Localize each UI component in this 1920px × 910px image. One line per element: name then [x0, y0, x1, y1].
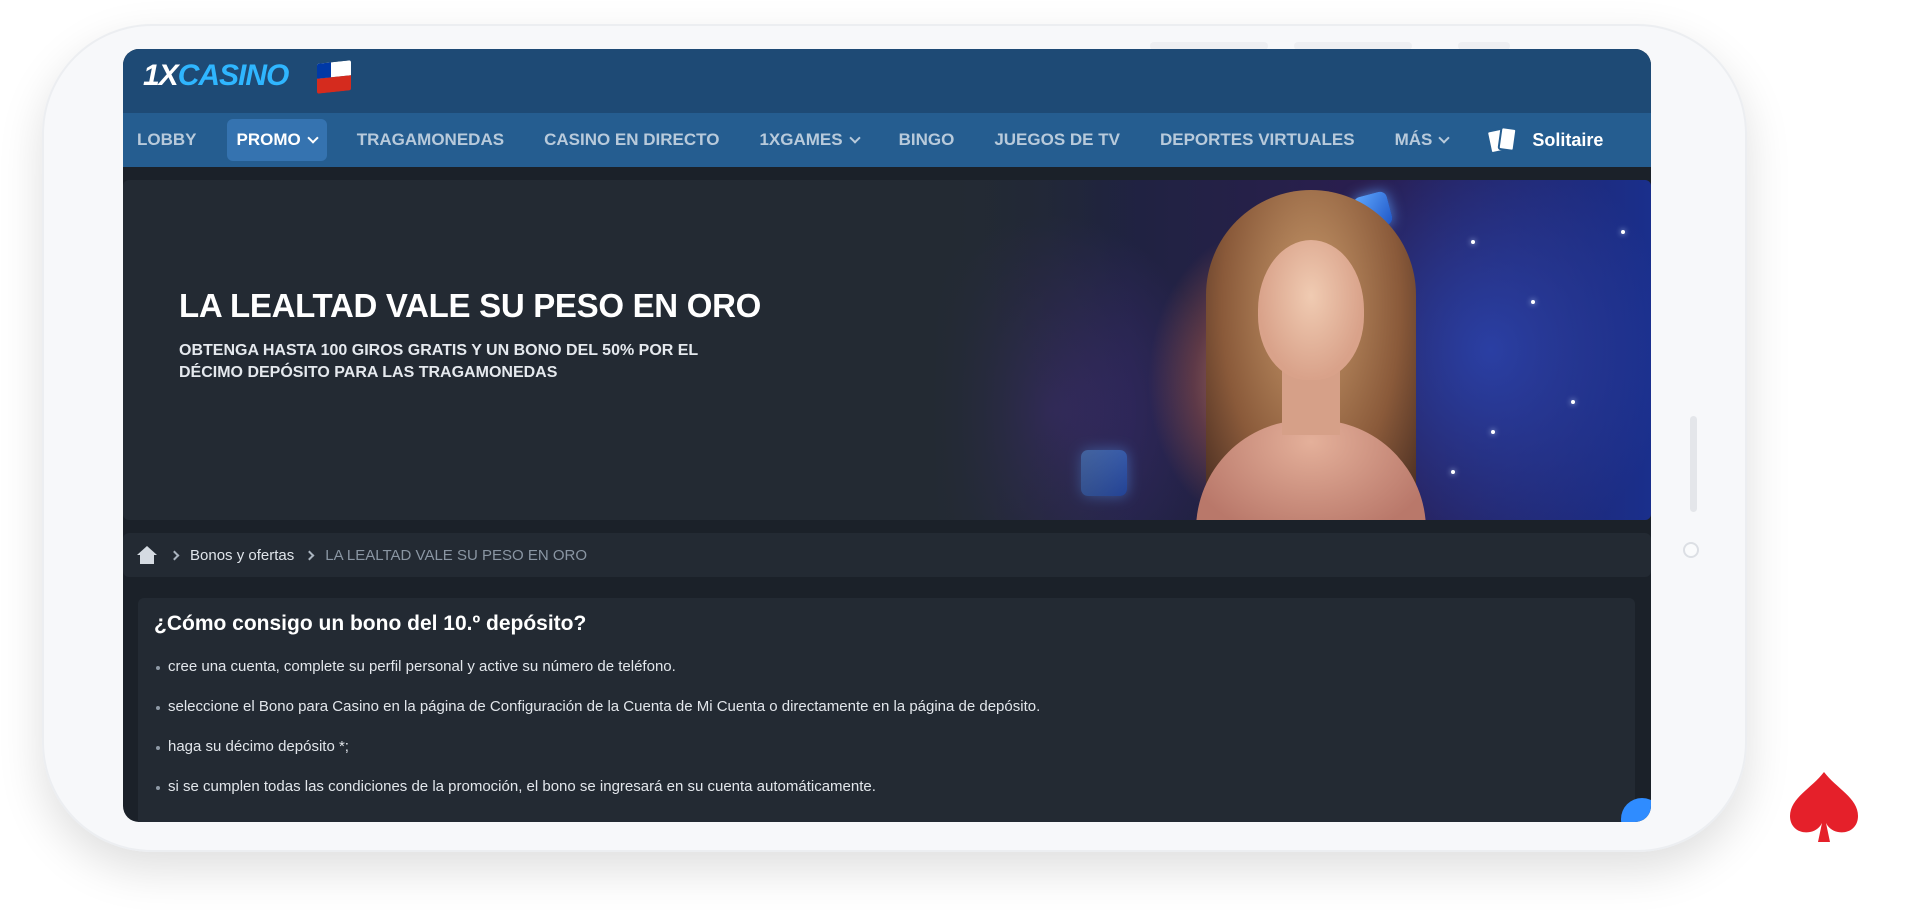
step-text: si se cumplen todas las condiciones de l…: [168, 778, 876, 795]
home-icon[interactable]: [137, 546, 157, 564]
phone-side-button: [1690, 416, 1697, 512]
step-text: haga su décimo depósito *;: [168, 738, 349, 755]
nav-item-label: MÁS: [1394, 130, 1433, 149]
nav-item-1xgames[interactable]: 1XGAMES: [759, 119, 861, 161]
top-header: 1XCASINO: [123, 49, 1651, 113]
bullet-icon: [156, 746, 160, 750]
chevron-down-icon: [848, 131, 861, 144]
nav-item-label: BINGO: [898, 130, 955, 149]
bonus-heading: ¿Cómo consigo un bono del 10.º depósito?: [154, 612, 587, 635]
logo-part-2: CASINO: [177, 59, 290, 92]
nav-item-casino-en-directo[interactable]: CASINO EN DIRECTO: [544, 119, 719, 161]
spade-logo-icon: [1790, 772, 1858, 842]
nav-item-label: DEPORTES VIRTUALES: [1159, 130, 1355, 149]
nav-item-deportes-virtuales[interactable]: DEPORTES VIRTUALES: [1160, 119, 1355, 161]
bullet-icon: [156, 666, 160, 670]
chevron-right-icon: [169, 550, 180, 560]
nav-item-solitaire[interactable]: Solitaire: [1486, 125, 1604, 155]
nav-item-más[interactable]: MÁS: [1394, 119, 1451, 161]
logo-part-1: 1X: [143, 59, 179, 92]
nav-item-label: JUEGOS DE TV: [994, 130, 1120, 149]
step-text: cree una cuenta, complete su perfil pers…: [168, 658, 676, 675]
breadcrumb-link-bonos[interactable]: Bonos y ofertas: [190, 547, 294, 564]
bonus-steps-list: cree una cuenta, complete su perfil pers…: [154, 658, 1619, 818]
step-text: seleccione el Bono para Casino en la pág…: [168, 698, 1041, 715]
nav-item-lobby[interactable]: LOBBY: [137, 119, 197, 161]
nav-item-label: LOBBY: [137, 130, 197, 149]
main-nav: LOBBY PROMO TRAGAMONEDAS CASINO EN DIRECTO 1…: [123, 113, 1651, 167]
list-item: haga su décimo depósito *;: [154, 738, 1619, 778]
nav-item-label: PROMO: [236, 130, 301, 149]
nav-item-label: CASINO EN DIRECTO: [544, 130, 720, 149]
chile-flag-icon[interactable]: [317, 60, 351, 94]
list-item: cree una cuenta, complete su perfil pers…: [154, 658, 1619, 698]
bonus-info-panel: ¿Cómo consigo un bono del 10.º depósito?…: [138, 598, 1635, 822]
chevron-right-icon: [304, 550, 315, 560]
model-portrait: [1186, 190, 1436, 520]
list-item: seleccione el Bono para Casino en la pág…: [154, 698, 1619, 738]
bullet-icon: [156, 786, 160, 790]
nav-item-promo[interactable]: PROMO: [226, 119, 327, 161]
site-logo[interactable]: 1XCASINO: [143, 59, 290, 93]
list-item: si se cumplen todas las condiciones de l…: [154, 778, 1619, 818]
banner-title: LA LEALTAD VALE SU PESO EN ORO: [179, 287, 761, 324]
nav-item-label: 1XGAMES: [759, 130, 843, 149]
playing-cards-icon: [1486, 125, 1518, 155]
phone-screen: 1XCASINO LOBBY PROMO TRAGAMONEDAS CASINO EN…: [123, 49, 1651, 822]
breadcrumb-current: LA LEALTAD VALE SU PESO EN ORO: [325, 546, 587, 564]
chevron-down-icon: [307, 131, 319, 144]
breadcrumb: Bonos y ofertas LA LEALTAD VALE SU PESO …: [123, 533, 1651, 577]
solitaire-label: Solitaire: [1532, 129, 1604, 150]
bullet-icon: [156, 706, 160, 710]
nav-item-bingo[interactable]: BINGO: [899, 119, 955, 161]
nav-item-label: TRAGAMONEDAS: [356, 130, 505, 149]
phone-sensor: [1683, 542, 1699, 558]
nav-item-tragamonedas[interactable]: TRAGAMONEDAS: [357, 119, 504, 161]
banner-subtitle: OBTENGA HASTA 100 GIROS GRATIS Y UN BONO…: [179, 342, 698, 381]
chevron-down-icon: [1438, 131, 1451, 144]
promo-banner: LA LEALTAD VALE SU PESO EN ORO OBTENGA H…: [123, 180, 1651, 520]
nav-item-juegos-de-tv[interactable]: JUEGOS DE TV: [994, 119, 1120, 161]
